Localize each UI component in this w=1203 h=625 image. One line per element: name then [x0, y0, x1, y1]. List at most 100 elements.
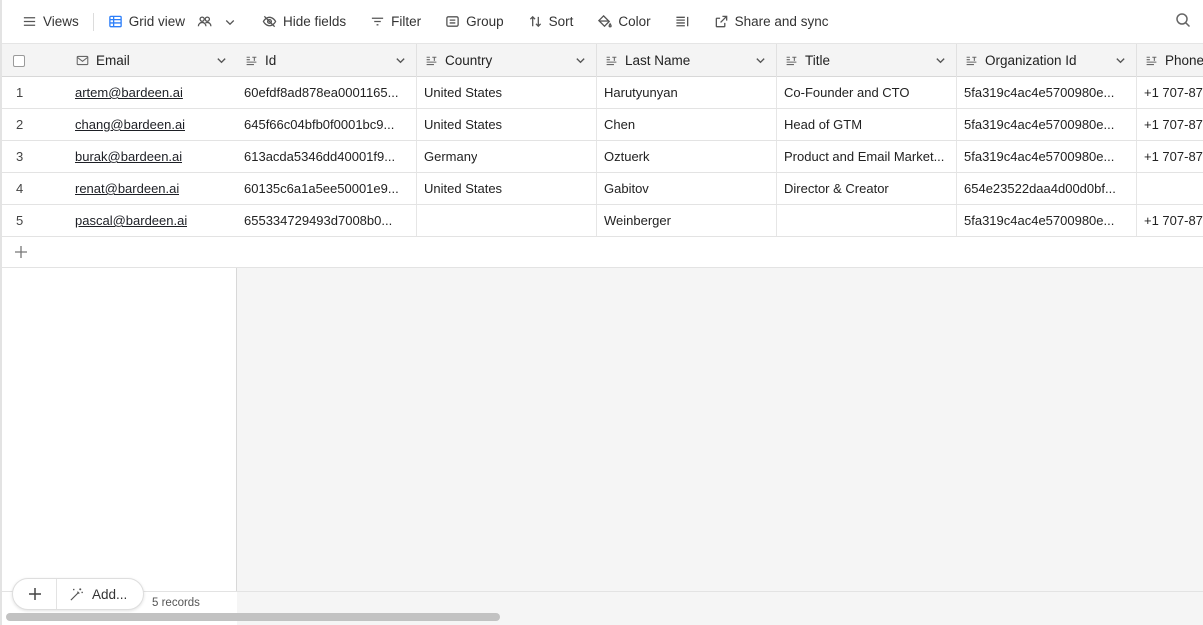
- grid-view-button[interactable]: Grid view: [102, 7, 242, 37]
- chevron-down-icon[interactable]: [1115, 55, 1126, 66]
- id-cell[interactable]: 60135c6a1a5ee50001e9...: [237, 173, 417, 204]
- row-number: 4: [16, 181, 24, 196]
- email-link[interactable]: renat@bardeen.ai: [75, 181, 179, 196]
- country-cell[interactable]: [417, 205, 597, 236]
- frozen-pane: Email 1 artem@bardeen.ai 2 chang@bardeen…: [2, 44, 237, 625]
- column-header-last-name[interactable]: Last Name: [597, 44, 777, 77]
- last-name-cell[interactable]: Oztuerk: [597, 141, 777, 172]
- chevron-down-icon[interactable]: [575, 55, 586, 66]
- table-row[interactable]: 2 chang@bardeen.ai: [2, 109, 237, 141]
- title-cell[interactable]: Product and Email Market...: [777, 141, 957, 172]
- add-record-row-extension[interactable]: [237, 237, 1203, 268]
- table-row[interactable]: 5 pascal@bardeen.ai: [2, 205, 237, 237]
- chevron-down-icon[interactable]: [224, 16, 236, 28]
- column-header-title[interactable]: Title: [777, 44, 957, 77]
- phone-cell[interactable]: +1 707-87: [1137, 205, 1203, 236]
- grid-icon: [109, 15, 122, 28]
- column-header-id[interactable]: Id: [237, 44, 417, 77]
- country-value: United States: [424, 181, 503, 196]
- add-controls: Add...: [12, 578, 145, 610]
- views-button[interactable]: Views: [16, 7, 85, 37]
- hide-fields-label: Hide fields: [283, 14, 347, 29]
- organization-id-cell[interactable]: 5fa319c4ac4e5700980e...: [957, 77, 1137, 108]
- title-cell[interactable]: Head of GTM: [777, 109, 957, 140]
- last-name-cell[interactable]: Gabitov: [597, 173, 777, 204]
- row-number: 5: [16, 213, 24, 228]
- magic-wand-icon: [70, 587, 83, 601]
- hide-fields-button[interactable]: Hide fields: [256, 7, 352, 37]
- id-cell[interactable]: 613acda5346dd40001f9...: [237, 141, 417, 172]
- chevron-down-icon[interactable]: [216, 55, 227, 66]
- title-value: Head of GTM: [784, 117, 863, 132]
- country-value: United States: [424, 85, 503, 100]
- group-button[interactable]: Group: [439, 7, 510, 37]
- email-cell[interactable]: renat@bardeen.ai: [68, 173, 237, 204]
- column-header-email[interactable]: Email: [68, 44, 237, 77]
- email-link[interactable]: pascal@bardeen.ai: [75, 213, 187, 228]
- email-cell[interactable]: chang@bardeen.ai: [68, 109, 237, 140]
- title-cell[interactable]: Director & Creator: [777, 173, 957, 204]
- country-cell[interactable]: United States: [417, 77, 597, 108]
- organization-id-cell[interactable]: 654e23522daa4d00d0bf...: [957, 173, 1137, 204]
- phone-cell[interactable]: +1 707-87: [1137, 141, 1203, 172]
- last-name-cell[interactable]: Weinberger: [597, 205, 777, 236]
- table-row[interactable]: 4 renat@bardeen.ai: [2, 173, 237, 205]
- table-row[interactable]: 655334729493d7008b0... Weinberger 5fa319…: [237, 205, 1203, 237]
- country-cell[interactable]: United States: [417, 109, 597, 140]
- table-row[interactable]: 613acda5346dd40001f9... Germany Oztuerk …: [237, 141, 1203, 173]
- column-header-phone[interactable]: Phone: [1137, 44, 1203, 77]
- add-record-row[interactable]: [2, 237, 237, 268]
- sort-icon: [529, 15, 541, 28]
- scrollable-pane: Id Country Last Name Title Organization …: [237, 44, 1203, 625]
- table-row[interactable]: 645f66c04bfb0f0001bc9... United States C…: [237, 109, 1203, 141]
- id-cell[interactable]: 645f66c04bfb0f0001bc9...: [237, 109, 417, 140]
- column-header-country[interactable]: Country: [417, 44, 597, 77]
- filter-button[interactable]: Filter: [364, 7, 427, 37]
- title-cell[interactable]: [777, 205, 957, 236]
- organization-id-cell[interactable]: 5fa319c4ac4e5700980e...: [957, 205, 1137, 236]
- search-button[interactable]: [1175, 12, 1195, 32]
- email-link[interactable]: artem@bardeen.ai: [75, 85, 183, 100]
- share-sync-button[interactable]: Share and sync: [708, 7, 835, 37]
- last-name-value: Chen: [604, 117, 636, 132]
- table-row[interactable]: 3 burak@bardeen.ai: [2, 141, 237, 173]
- organization-id-cell[interactable]: 5fa319c4ac4e5700980e...: [957, 109, 1137, 140]
- email-cell[interactable]: artem@bardeen.ai: [68, 77, 237, 108]
- phone-cell[interactable]: [1137, 173, 1203, 204]
- table-row[interactable]: 1 artem@bardeen.ai: [2, 77, 237, 109]
- column-label-country: Country: [445, 53, 493, 68]
- phone-cell[interactable]: +1 707-87: [1137, 109, 1203, 140]
- last-name-cell[interactable]: Chen: [597, 109, 777, 140]
- select-all-checkbox[interactable]: [13, 54, 25, 67]
- add-with-ai-button[interactable]: Add...: [57, 579, 143, 609]
- email-cell[interactable]: pascal@bardeen.ai: [68, 205, 237, 236]
- column-label-email: Email: [96, 53, 130, 68]
- column-header-organization-id[interactable]: Organization Id: [957, 44, 1137, 77]
- color-button[interactable]: Color: [591, 7, 656, 37]
- text-field-icon: [426, 56, 437, 66]
- add-record-button[interactable]: [13, 579, 57, 609]
- email-cell[interactable]: burak@bardeen.ai: [68, 141, 237, 172]
- email-link[interactable]: burak@bardeen.ai: [75, 149, 182, 164]
- row-number: 2: [16, 117, 24, 132]
- phone-cell[interactable]: +1 707-87: [1137, 77, 1203, 108]
- country-cell[interactable]: United States: [417, 173, 597, 204]
- column-label-id: Id: [265, 53, 277, 68]
- text-field-icon: [966, 56, 977, 66]
- country-cell[interactable]: Germany: [417, 141, 597, 172]
- chevron-down-icon[interactable]: [935, 55, 946, 66]
- title-cell[interactable]: Co-Founder and CTO: [777, 77, 957, 108]
- chevron-down-icon[interactable]: [395, 55, 406, 66]
- table-row[interactable]: 60135c6a1a5ee50001e9... United States Ga…: [237, 173, 1203, 205]
- row-height-button[interactable]: [669, 7, 696, 37]
- horizontal-scrollbar[interactable]: [6, 613, 500, 621]
- id-cell[interactable]: 60efdf8ad878ea0001165...: [237, 77, 417, 108]
- email-link[interactable]: chang@bardeen.ai: [75, 117, 185, 132]
- chevron-down-icon[interactable]: [755, 55, 766, 66]
- table-row[interactable]: 60efdf8ad878ea0001165... United States H…: [237, 77, 1203, 109]
- group-label: Group: [466, 14, 504, 29]
- id-cell[interactable]: 655334729493d7008b0...: [237, 205, 417, 236]
- sort-button[interactable]: Sort: [522, 7, 580, 37]
- organization-id-cell[interactable]: 5fa319c4ac4e5700980e...: [957, 141, 1137, 172]
- last-name-cell[interactable]: Harutyunyan: [597, 77, 777, 108]
